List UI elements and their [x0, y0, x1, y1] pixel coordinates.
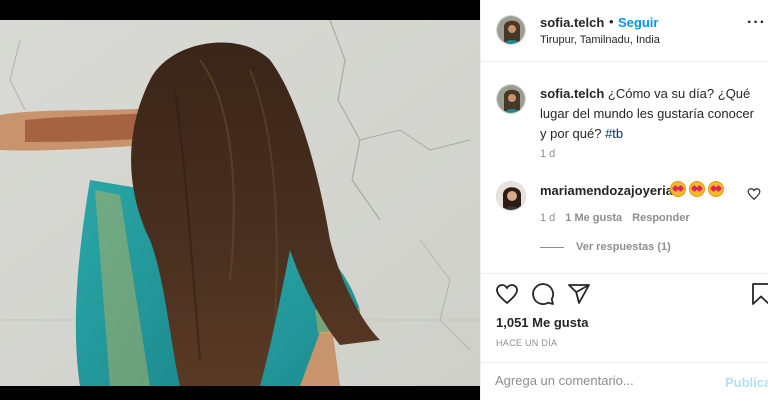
star-struck-emoji: [708, 181, 724, 197]
actions-divider: [481, 273, 768, 274]
post-author-username[interactable]: sofia.telch: [540, 15, 604, 30]
avatar[interactable]: [496, 181, 526, 211]
post-photo[interactable]: [0, 20, 480, 386]
star-struck-emoji: [689, 181, 705, 197]
comment-like-heart-icon[interactable]: [747, 187, 761, 201]
reply-button[interactable]: Responder: [632, 212, 689, 224]
caption-timestamp[interactable]: 1 d: [540, 148, 555, 160]
letterbox-bottom: [0, 386, 480, 400]
caption-hashtag[interactable]: #tb: [605, 126, 623, 141]
post-timestamp[interactable]: HACE UN DÍA: [496, 338, 557, 348]
caption-username[interactable]: sofia.telch: [540, 86, 604, 101]
comment-emoji-group: [670, 181, 724, 197]
heart-icon[interactable]: [495, 282, 521, 308]
bookmark-icon[interactable]: [749, 282, 768, 308]
view-replies-button[interactable]: Ver respuestas (1): [540, 241, 671, 253]
likes-count[interactable]: 1,051 Me gusta: [496, 315, 589, 330]
separator-dot: •: [609, 14, 614, 29]
post-header: sofia.telch • Seguir Tirupur, Tamilnadu,…: [481, 0, 768, 62]
star-struck-emoji: [670, 181, 686, 197]
comment-likes[interactable]: 1 Me gusta: [565, 212, 622, 224]
replies-divider-line: [540, 246, 564, 248]
comment-composer: Publicar: [481, 362, 768, 400]
more-options-icon[interactable]: ···: [747, 14, 766, 32]
share-icon[interactable]: [567, 282, 593, 308]
post-side-panel: sofia.telch • Seguir Tirupur, Tamilnadu,…: [480, 0, 768, 400]
caption-text: sofia.telch ¿Cómo va su día? ¿Qué lugar …: [540, 84, 762, 144]
follow-button[interactable]: Seguir: [618, 15, 658, 30]
comment-username[interactable]: mariamendozajoyeria: [540, 183, 673, 198]
comment-meta: 1 d 1 Me gusta Responder: [540, 212, 690, 224]
view-replies-label[interactable]: Ver respuestas (1): [576, 241, 671, 253]
comment-icon[interactable]: [531, 282, 557, 308]
comment-timestamp[interactable]: 1 d: [540, 212, 555, 224]
letterbox-top: [0, 0, 480, 20]
comment-input[interactable]: [495, 373, 715, 388]
avatar[interactable]: [496, 84, 526, 114]
avatar[interactable]: [496, 15, 526, 45]
post-location[interactable]: Tirupur, Tamilnadu, India: [540, 34, 660, 46]
publish-button[interactable]: Publicar: [725, 375, 768, 390]
